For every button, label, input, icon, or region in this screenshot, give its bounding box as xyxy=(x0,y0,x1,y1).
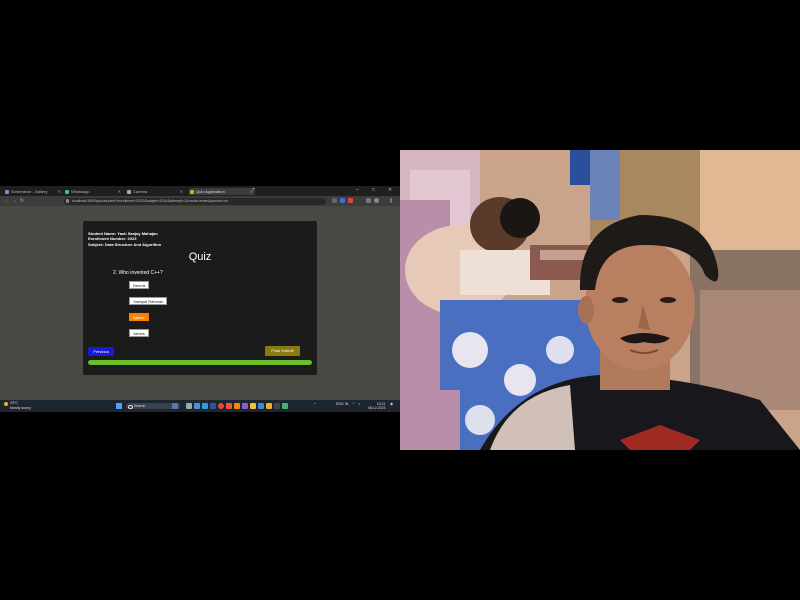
task-view-icon[interactable] xyxy=(186,403,192,409)
minimize-icon[interactable]: – xyxy=(356,187,359,193)
language-indicator[interactable]: ENG IN xyxy=(336,402,348,406)
weather-desc: Mostly sunny xyxy=(10,405,31,410)
explorer-icon[interactable] xyxy=(250,403,256,409)
word-icon[interactable] xyxy=(210,403,216,409)
tab-label: Camera xyxy=(133,189,148,194)
system-clock[interactable]: 10:21 08-12-2023 xyxy=(368,402,385,411)
tab-gallery[interactable]: Screenshot - Gallery ✕ xyxy=(4,188,63,195)
screen-capture: Screenshot - Gallery ✕ WhatsApp ✕ Camera… xyxy=(0,186,400,412)
tab-label: WhatsApp xyxy=(71,189,90,194)
profile-icon[interactable] xyxy=(374,198,379,203)
wifi-icon[interactable]: ◠ xyxy=(352,402,355,406)
gallery-icon xyxy=(5,189,9,194)
address-toolbar: ← → ↻ localhost:3000/quiz/student?enroll… xyxy=(0,196,400,206)
vlc-icon[interactable] xyxy=(234,403,240,409)
gallery-app-icon[interactable] xyxy=(282,403,288,409)
visual-studio-icon[interactable] xyxy=(242,403,248,409)
webcam-feed xyxy=(400,150,800,450)
previous-button[interactable]: Previous xyxy=(88,347,114,356)
tab-camera[interactable]: Camera ✕ xyxy=(126,188,185,195)
landscape-widget-icon[interactable] xyxy=(172,403,178,409)
back-icon[interactable]: ← xyxy=(4,198,9,204)
quiz-app-icon xyxy=(190,189,194,194)
camera-app-icon[interactable] xyxy=(274,403,280,409)
brave-icon[interactable] xyxy=(226,403,232,409)
close-icon[interactable]: ✕ xyxy=(58,188,61,195)
downloads-icon[interactable] xyxy=(366,198,371,203)
web-page: Student Name: Yash Sanjay Mahajan Enroll… xyxy=(0,206,400,400)
webcam-image xyxy=(400,150,800,450)
shield-icon[interactable] xyxy=(348,198,353,203)
clock-date: 08-12-2023 xyxy=(368,405,386,410)
window-close-icon[interactable]: ✕ xyxy=(388,187,392,193)
store-icon[interactable] xyxy=(258,403,264,409)
progress-bar-fill xyxy=(88,360,312,365)
tab-quiz[interactable]: Quiz Application ✕ xyxy=(189,188,255,195)
tab-label: Quiz Application xyxy=(196,189,225,194)
menu-icon[interactable] xyxy=(390,198,392,203)
copilot-icon[interactable] xyxy=(194,403,200,409)
new-tab-button[interactable]: + xyxy=(252,187,256,193)
tray-chevron-icon[interactable]: ^ xyxy=(314,402,316,406)
quiz-title: Quiz xyxy=(188,251,212,263)
tab-label: Screenshot - Gallery xyxy=(11,189,48,194)
sun-icon xyxy=(4,402,8,406)
close-icon[interactable]: ✕ xyxy=(180,188,183,195)
chrome-icon[interactable] xyxy=(218,403,224,409)
reload-icon[interactable]: ↻ xyxy=(20,198,24,204)
taskbar-search-placeholder: Search xyxy=(134,404,146,408)
option-yashpal[interactable]: Yashpal Rahman xyxy=(129,297,168,305)
url-bar[interactable]: localhost:3000/quiz/student?enrollment=2… xyxy=(64,197,326,205)
edge-icon[interactable] xyxy=(202,403,208,409)
extension-icon[interactable] xyxy=(340,198,345,203)
volume-icon[interactable]: ◖ xyxy=(358,402,360,406)
url-text: localhost:3000/quiz/student?enrollment=2… xyxy=(72,198,229,203)
close-icon[interactable]: ✕ xyxy=(118,188,121,195)
option-bjarne[interactable]: Bjarne xyxy=(129,313,149,321)
subject: Subject: Data Structure And Algorithm xyxy=(88,242,162,247)
taskbar: 29°C Mostly sunny Search ^ ENG IN ◠ ◖ 10… xyxy=(0,400,400,412)
camera-icon xyxy=(127,189,131,194)
paint-icon[interactable] xyxy=(266,403,272,409)
search-icon xyxy=(128,404,133,409)
option-james[interactable]: James xyxy=(129,329,149,337)
enrollment-number: Enrollment Number: 2023 xyxy=(88,236,137,241)
browser-tab-bar: Screenshot - Gallery ✕ WhatsApp ✕ Camera… xyxy=(0,186,400,196)
lock-icon xyxy=(66,199,69,203)
bookmark-star-icon[interactable] xyxy=(332,198,337,203)
whatsapp-icon xyxy=(65,189,69,194)
forward-icon[interactable]: → xyxy=(12,198,17,204)
question-text: 2. Who invented C++? xyxy=(113,270,163,276)
maximize-icon[interactable]: □ xyxy=(372,187,375,193)
quiz-card: Student Name: Yash Sanjay Mahajan Enroll… xyxy=(83,221,317,375)
option-dennis[interactable]: Dennis xyxy=(129,281,150,289)
notification-icon[interactable]: ◉ xyxy=(390,402,393,406)
weather-widget[interactable]: 29°C Mostly sunny xyxy=(4,401,31,410)
tab-whatsapp[interactable]: WhatsApp ✕ xyxy=(64,188,123,195)
final-submit-button[interactable]: Final Submit xyxy=(265,346,300,356)
windows-start-icon[interactable] xyxy=(116,403,122,409)
progress-bar xyxy=(88,360,312,365)
